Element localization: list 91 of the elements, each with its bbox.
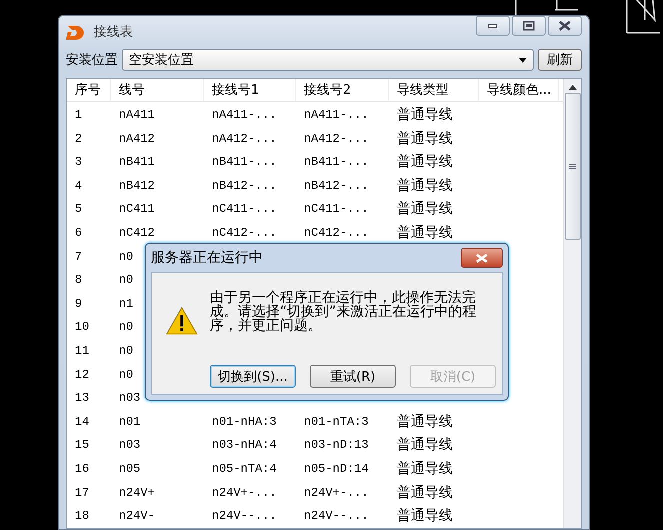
table-cell: n0 bbox=[119, 320, 134, 334]
table-cell: nA411 bbox=[119, 108, 156, 122]
table-cell: n05-nTA:4 bbox=[212, 462, 277, 476]
table-cell: nC412-... bbox=[304, 226, 369, 240]
table-cell: n24V+ bbox=[119, 486, 156, 500]
table-cell: nA412-... bbox=[212, 132, 277, 146]
table-cell: n24V+-... bbox=[212, 486, 277, 500]
table-cell: 2 bbox=[75, 132, 82, 146]
table-cell: n24V--... bbox=[212, 509, 277, 524]
table-cell: 5 bbox=[75, 202, 82, 216]
table-cell: 17 bbox=[75, 486, 90, 500]
table-cell: n0 bbox=[119, 273, 134, 288]
table-cell: n03 bbox=[119, 391, 141, 406]
close-icon[interactable] bbox=[461, 248, 503, 268]
table-cell: 普通导线 bbox=[397, 225, 453, 242]
dialog-button[interactable]: 重试(R) bbox=[310, 365, 396, 388]
column-header[interactable]: 线号 bbox=[111, 79, 204, 102]
table-cell: 3 bbox=[75, 155, 82, 170]
column-header[interactable]: 序号 bbox=[67, 79, 111, 102]
table-cell: n03-nD:13 bbox=[304, 438, 369, 452]
table-cell: nB412-... bbox=[304, 178, 369, 193]
table-cell: nA411-... bbox=[304, 108, 369, 122]
table-cell: 普通导线 bbox=[397, 461, 453, 478]
column-header[interactable]: 接线号2 bbox=[296, 79, 389, 102]
column-header[interactable]: 导线颜色... bbox=[479, 79, 559, 102]
table-cell: n03-nHA:4 bbox=[212, 438, 277, 452]
warning-icon bbox=[166, 305, 198, 337]
table-cell: nC411-... bbox=[304, 202, 369, 216]
table-cell: nC412 bbox=[119, 226, 156, 240]
dialog-message: 由于另一个程序正在运行中，此操作无法完成。请选择“切换到”来激活正在运行中的程序，并更正问题。 bbox=[210, 291, 478, 336]
table-cell: nA412 bbox=[119, 132, 156, 146]
close-icon[interactable] bbox=[548, 16, 582, 36]
table-cell: nA411-... bbox=[212, 108, 277, 122]
refresh-button[interactable]: 刷新 bbox=[538, 49, 582, 71]
table-cell: 14 bbox=[75, 414, 90, 429]
table-cell: 普通导线 bbox=[397, 414, 453, 430]
table-cell: 普通导线 bbox=[397, 154, 453, 170]
table-cell: nC412-... bbox=[212, 226, 277, 240]
table-cell: 11 bbox=[75, 344, 90, 358]
table-cell: 10 bbox=[75, 320, 90, 334]
table-cell: n01-nTA:3 bbox=[304, 414, 369, 429]
table-cell: 普通导线 bbox=[397, 437, 453, 454]
table-cell: n03 bbox=[119, 438, 141, 452]
table-cell: n0 bbox=[119, 344, 134, 358]
table-cell: 普通导线 bbox=[397, 201, 453, 218]
location-dropdown[interactable]: 空安装位置 bbox=[122, 49, 534, 71]
table-cell: 普通导线 bbox=[397, 508, 453, 524]
table-cell: nB411-... bbox=[304, 155, 369, 170]
table-cell: nB411 bbox=[119, 155, 156, 170]
table-cell: n1 bbox=[119, 296, 134, 311]
table-cell: 8 bbox=[75, 273, 82, 288]
table-cell: 15 bbox=[75, 438, 90, 452]
table-cell: 普通导线 bbox=[397, 178, 453, 194]
table-cell: 普通导线 bbox=[397, 130, 453, 147]
dropdown-arrow-icon bbox=[519, 58, 527, 62]
scroll-up-icon[interactable] bbox=[568, 85, 576, 90]
table-cell: n01 bbox=[119, 414, 141, 429]
table-cell: 12 bbox=[75, 368, 90, 382]
dialog-title: 服务器正在运行中 bbox=[151, 249, 264, 267]
table-cell: 6 bbox=[75, 226, 82, 240]
column-header[interactable]: 接线号1 bbox=[204, 79, 296, 102]
table-cell: nB412-... bbox=[212, 178, 277, 193]
window-title: 接线表 bbox=[94, 24, 134, 40]
dialog-button[interactable]: 切换到(S)... bbox=[210, 365, 296, 388]
table-cell: n24V+-... bbox=[304, 486, 369, 500]
scrollbar-thumb[interactable] bbox=[564, 93, 580, 240]
table-cell: nA412-... bbox=[304, 132, 369, 146]
table-cell: 4 bbox=[75, 178, 82, 193]
table-cell: 18 bbox=[75, 509, 90, 524]
table-cell: 普通导线 bbox=[397, 484, 453, 501]
table-cell: nB412 bbox=[119, 178, 156, 193]
table-cell: 普通导线 bbox=[397, 107, 453, 124]
table-cell: 1 bbox=[75, 108, 82, 122]
table-cell: n0 bbox=[119, 250, 134, 264]
table-cell: nB411-... bbox=[212, 155, 277, 170]
table-cell: n24V- bbox=[119, 509, 156, 524]
table-cell: 9 bbox=[75, 296, 82, 311]
table-cell: n24V--... bbox=[304, 509, 369, 524]
table-cell: nC411 bbox=[119, 202, 156, 216]
maximize-icon[interactable] bbox=[512, 16, 546, 36]
minimize-icon[interactable] bbox=[476, 16, 510, 36]
table-cell: nC411-... bbox=[212, 202, 277, 216]
table-cell: n0 bbox=[119, 368, 134, 382]
table-cell: n05 bbox=[119, 462, 141, 476]
table-cell: n05-nD:14 bbox=[304, 462, 369, 476]
table-cell: 13 bbox=[75, 391, 90, 406]
table-cell: 16 bbox=[75, 462, 90, 476]
location-label: 安装位置 bbox=[66, 52, 118, 69]
table-cell: n01-nHA:3 bbox=[212, 414, 277, 429]
column-header[interactable]: 导线类型 bbox=[389, 79, 479, 102]
table-cell: 7 bbox=[75, 250, 82, 264]
